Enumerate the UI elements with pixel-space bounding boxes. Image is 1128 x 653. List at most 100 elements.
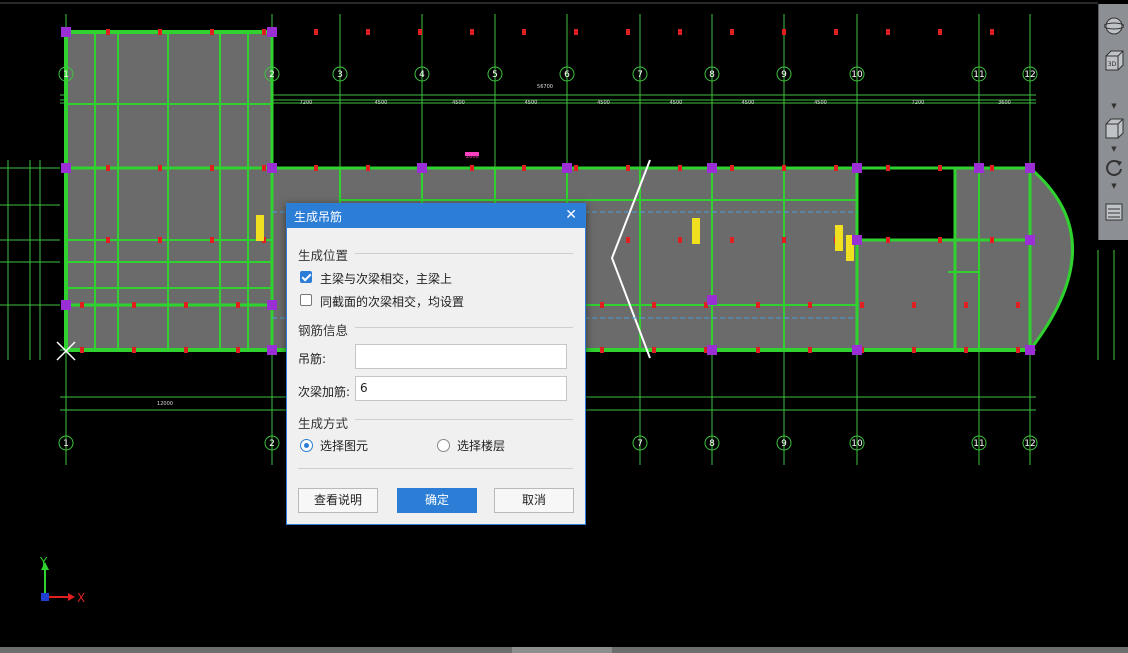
axis-bubble-label: 6 (564, 70, 570, 80)
rebar-mark (730, 237, 734, 243)
beam-tag (256, 215, 264, 241)
axis-bubble-label: 7 (637, 70, 643, 80)
rotate-icon[interactable] (1102, 156, 1126, 180)
main-secondary-checkbox[interactable] (300, 271, 312, 283)
rebar-mark (236, 302, 240, 308)
rebar-mark (756, 347, 760, 353)
rebar-mark (964, 302, 968, 308)
axis-bubble-label: 10 (851, 439, 863, 449)
dimension-label: 4500 (742, 100, 755, 106)
chevron-down-icon[interactable]: ▼ (1110, 102, 1118, 110)
axis-bubble-label: 5 (492, 70, 498, 80)
select-element-label[interactable]: 选择图元 (320, 437, 368, 454)
column (267, 300, 277, 310)
rebar-mark (1016, 347, 1020, 353)
axis-bubble-label: 9 (781, 439, 787, 449)
select-element-radio[interactable] (300, 439, 313, 452)
rebar-mark (80, 347, 84, 353)
axis-bubble-label: 10 (851, 70, 863, 80)
rebar-mark (236, 347, 240, 353)
rebar-mark (158, 29, 162, 35)
rebar-mark (106, 29, 110, 35)
section-rebar-title: 钢筋信息 (298, 323, 349, 338)
rebar-mark (522, 29, 526, 35)
hanger-input[interactable] (355, 344, 567, 369)
column (852, 163, 862, 173)
rebar-mark (600, 347, 604, 353)
axis-bubble-label: 2 (269, 439, 275, 449)
section-divider (355, 327, 573, 328)
rebar-mark (80, 302, 84, 308)
rebar-mark (626, 165, 630, 171)
slab (955, 168, 1030, 350)
rebar-mark (808, 347, 812, 353)
layers-icon[interactable] (1102, 200, 1126, 224)
axis-bubble-label: 3 (337, 70, 343, 80)
select-floor-label[interactable]: 选择楼层 (457, 437, 505, 454)
ok-button[interactable]: 确定 (397, 488, 477, 513)
close-icon[interactable]: ✕ (565, 207, 577, 223)
dimension-label: 4500 (452, 100, 465, 106)
rebar-mark (210, 237, 214, 243)
ucs-y-label: Y (39, 555, 48, 569)
axis-bubble-label: 2 (269, 70, 275, 80)
secondary-add-label: 次梁加筋: (298, 385, 351, 399)
rebar-mark (912, 302, 916, 308)
rebar-mark (314, 165, 318, 171)
chevron-down-icon[interactable]: ▼ (1110, 145, 1118, 153)
rebar-mark (730, 29, 734, 35)
dimension-label: 7200 (300, 100, 313, 106)
column (1025, 235, 1035, 245)
dialog-title-bar[interactable]: 生成吊筋 ✕ (287, 204, 585, 228)
rebar-mark (990, 29, 994, 35)
beam-tag (835, 225, 843, 251)
column (267, 345, 277, 355)
rebar-mark (782, 29, 786, 35)
rebar-mark (886, 237, 890, 243)
axis-bubble-label: 11 (973, 70, 984, 80)
column (61, 300, 71, 310)
axis-bubble-label: 9 (781, 70, 787, 80)
rebar-mark (834, 165, 838, 171)
select-floor-radio[interactable] (437, 439, 450, 452)
axis-bubble-label: 1 (63, 439, 69, 449)
column (267, 27, 277, 37)
rebar-mark (678, 29, 682, 35)
column (852, 235, 862, 245)
help-button[interactable]: 查看说明 (298, 488, 378, 513)
top-total-dimension: 56700 (537, 84, 553, 90)
rebar-mark (132, 347, 136, 353)
rebar-mark (262, 29, 266, 35)
rebar-mark (964, 347, 968, 353)
chevron-down-icon[interactable]: ▼ (1110, 182, 1118, 190)
scrollbar-thumb[interactable] (512, 647, 612, 653)
rebar-mark (938, 237, 942, 243)
rebar-mark (210, 165, 214, 171)
column (852, 345, 862, 355)
rebar-mark (470, 29, 474, 35)
view-toolbar: 3D ▼ ▼ ▼ (1098, 4, 1128, 240)
rebar-mark (808, 302, 812, 308)
section-method-title: 生成方式 (298, 416, 349, 431)
same-section-option-label[interactable]: 同截面的次梁相交，均设置 (320, 293, 464, 310)
globe-icon[interactable] (1102, 14, 1126, 38)
dimension-label: 4500 (525, 100, 538, 106)
axis-bubble-label: 1 (63, 70, 69, 80)
rebar-mark (938, 165, 942, 171)
same-section-checkbox[interactable] (300, 294, 312, 306)
secondary-add-input[interactable]: 6 (355, 376, 567, 401)
axis-bubble-label: 8 (709, 439, 715, 449)
main-secondary-option-label[interactable]: 主梁与次梁相交，主梁上 (320, 270, 452, 287)
rebar-mark (418, 29, 422, 35)
rebar-mark (912, 347, 916, 353)
dimension-label: 4500 (814, 100, 827, 106)
column (267, 163, 277, 173)
cancel-button[interactable]: 取消 (494, 488, 574, 513)
axis-bubble-label: 11 (973, 439, 984, 449)
rebar-mark (106, 165, 110, 171)
rebar-mark (756, 302, 760, 308)
rebar-mark (132, 302, 136, 308)
view-3d-icon[interactable]: 3D (1102, 48, 1126, 72)
cube-view-icon[interactable] (1102, 116, 1126, 140)
rebar-mark (782, 237, 786, 243)
